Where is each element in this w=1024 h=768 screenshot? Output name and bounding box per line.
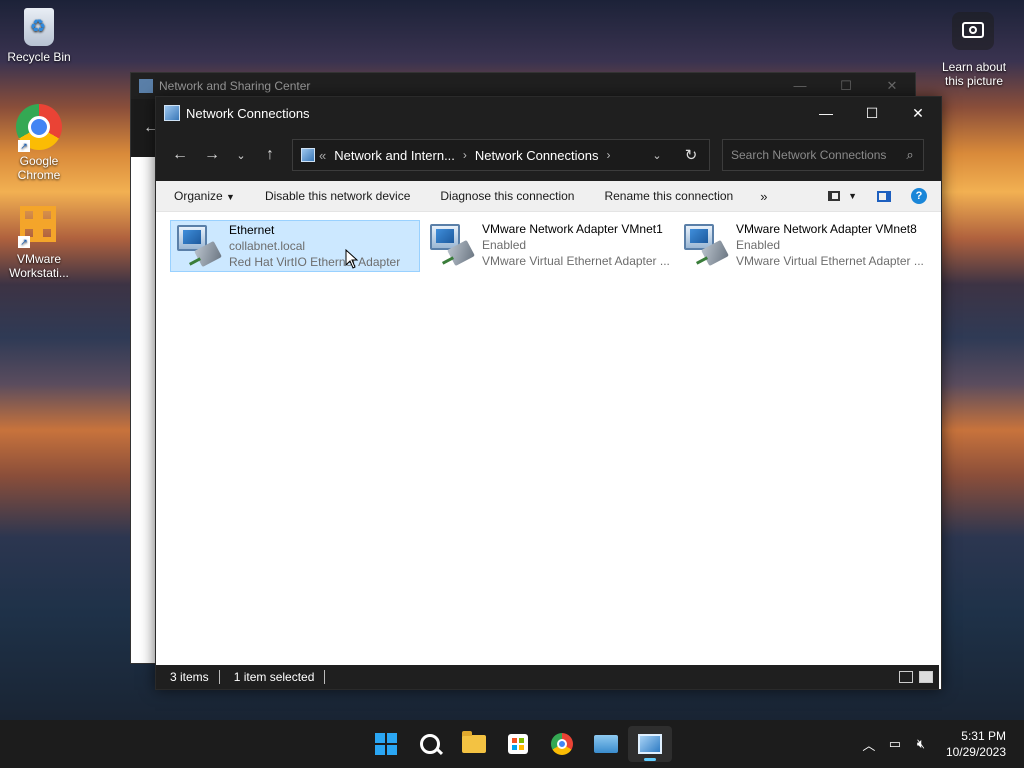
- network-connections-icon: [164, 105, 180, 121]
- large-icons-view-icon[interactable]: [919, 671, 933, 683]
- connection-name: VMware Network Adapter VMnet8: [736, 222, 917, 236]
- desktop-icon-label: Recycle Bin: [7, 50, 71, 64]
- chrome-icon: ↗: [16, 104, 62, 152]
- taskbar: ︿ ▭ 🔇︎ 5:31 PM 10/29/2023: [0, 720, 1024, 768]
- desktop-icon-vmware-workstation[interactable]: ↗ VMware Workstati...: [0, 202, 78, 280]
- shortcut-arrow-icon: ↗: [18, 140, 30, 152]
- mouse-cursor-icon: [345, 248, 359, 272]
- refresh-icon[interactable]: ↻: [672, 146, 709, 164]
- breadcrumb-chevron-icon[interactable]: ›: [606, 148, 610, 162]
- close-icon[interactable]: ✕: [869, 78, 915, 94]
- network-connections-taskbar-button[interactable]: [628, 726, 672, 762]
- connection-item-vmnet1[interactable]: VMware Network Adapter VMnet1 Enabled VM…: [424, 220, 674, 272]
- search-input[interactable]: [723, 147, 897, 163]
- forward-arrow-icon[interactable]: →: [196, 146, 228, 164]
- title-bar: Network Connections — ☐ ✕: [156, 97, 941, 129]
- connections-list: Ethernet collabnet.local Red Hat VirtIO …: [156, 212, 939, 665]
- search-icon[interactable]: ⌕: [897, 147, 923, 163]
- breadcrumb-chevron-icon[interactable]: ›: [463, 148, 467, 162]
- clock[interactable]: 5:31 PM 10/29/2023: [946, 728, 1006, 760]
- address-dropdown-icon[interactable]: ⌄: [642, 149, 672, 162]
- item-count: 3 items: [170, 670, 209, 684]
- clock-time: 5:31 PM: [961, 729, 1006, 743]
- search-icon: [420, 734, 440, 754]
- connection-name: VMware Network Adapter VMnet1: [482, 222, 663, 236]
- network-connections-window[interactable]: Network Connections — ☐ ✕ ← → ⌄ ↑ « Netw…: [155, 96, 942, 690]
- recycle-bin-icon: [24, 8, 54, 46]
- system-tray: ︿ ▭ 🔇︎ 5:31 PM 10/29/2023: [856, 720, 1024, 768]
- taskbar-search-button[interactable]: [408, 726, 452, 762]
- maximize-icon[interactable]: ☐: [823, 78, 869, 94]
- network-adapter-icon: [682, 222, 730, 270]
- start-icon: [375, 733, 397, 755]
- connection-status: Enabled: [736, 238, 781, 252]
- desktop-icon-label: VMware Workstati...: [9, 252, 69, 280]
- more-commands-button[interactable]: »: [748, 189, 779, 204]
- network-adapter-icon: [428, 222, 476, 270]
- navigation-bar: ← → ⌄ ↑ « Network and Intern... › Networ…: [156, 129, 941, 181]
- desktop-icon-recycle-bin[interactable]: Recycle Bin: [0, 8, 78, 64]
- address-bar[interactable]: « Network and Intern... › Network Connec…: [292, 139, 710, 171]
- chrome-icon: [551, 733, 573, 755]
- show-hidden-icons-chevron-icon[interactable]: ︿: [856, 735, 882, 754]
- rename-connection-button[interactable]: Rename this connection: [589, 189, 748, 203]
- selection-count: 1 item selected: [233, 670, 315, 684]
- vmware-icon: ↗: [16, 202, 62, 248]
- back-arrow-icon[interactable]: ←: [164, 146, 196, 164]
- status-divider: [324, 670, 326, 684]
- file-explorer-icon: [462, 731, 486, 753]
- connection-status: collabnet.local: [229, 239, 306, 253]
- connection-name: Ethernet: [229, 223, 275, 237]
- minimize-icon[interactable]: —: [777, 78, 823, 94]
- chrome-button[interactable]: [540, 726, 584, 762]
- keyboard-app-button[interactable]: [584, 726, 628, 762]
- maximize-icon[interactable]: ☐: [849, 97, 895, 129]
- minimize-icon[interactable]: —: [803, 97, 849, 129]
- network-adapter-icon: [175, 223, 223, 271]
- diagnose-connection-button[interactable]: Diagnose this connection: [425, 189, 589, 203]
- clock-date: 10/29/2023: [945, 745, 1006, 759]
- connection-device: VMware Virtual Ethernet Adapter ...: [736, 254, 924, 268]
- connection-status: Enabled: [482, 238, 527, 252]
- organize-button[interactable]: Organize ▼: [156, 189, 250, 203]
- microsoft-store-icon: [508, 734, 528, 754]
- shortcut-arrow-icon: ↗: [18, 236, 30, 248]
- keyboard-app-icon: [594, 735, 618, 753]
- details-view-icon[interactable]: [899, 671, 913, 683]
- learn-about-picture-label[interactable]: Learn about this picture: [934, 60, 1014, 88]
- volume-muted-icon[interactable]: 🔇︎: [908, 736, 934, 752]
- start-button[interactable]: [364, 726, 408, 762]
- status-bar: 3 items 1 item selected: [156, 665, 939, 689]
- microsoft-store-button[interactable]: [496, 726, 540, 762]
- breadcrumb-network-internet[interactable]: Network and Intern...: [334, 148, 455, 163]
- control-panel-icon: [301, 148, 315, 162]
- connection-device: Red Hat VirtIO Ethernet Adapter: [229, 255, 401, 269]
- network-center-icon: [139, 79, 153, 93]
- connection-item-ethernet[interactable]: Ethernet collabnet.local Red Hat VirtIO …: [170, 220, 420, 272]
- breadcrumb-network-connections[interactable]: Network Connections: [475, 148, 599, 163]
- network-connections-icon: [638, 734, 662, 754]
- window-title: Network Connections: [186, 105, 310, 121]
- network-status-icon[interactable]: ▭: [882, 736, 908, 752]
- address-overflow[interactable]: «: [319, 148, 326, 163]
- change-view-icon[interactable]: [828, 191, 841, 201]
- preview-pane-icon[interactable]: [877, 190, 891, 202]
- organize-label: Organize: [174, 189, 223, 203]
- desktop-icon-label: Google Chrome: [17, 154, 61, 182]
- file-explorer-button[interactable]: [452, 726, 496, 762]
- disable-network-device-button[interactable]: Disable this network device: [250, 189, 425, 203]
- help-icon[interactable]: ?: [911, 188, 927, 204]
- recent-locations-chevron-icon[interactable]: ⌄: [228, 149, 254, 162]
- background-window-title: Network and Sharing Center: [159, 79, 311, 93]
- close-icon[interactable]: ✕: [895, 97, 941, 129]
- desktop-icon-google-chrome[interactable]: ↗ Google Chrome: [0, 104, 78, 182]
- connection-device: VMware Virtual Ethernet Adapter ...: [482, 254, 670, 268]
- view-options-chevron-icon[interactable]: ▼: [848, 191, 857, 201]
- up-arrow-icon[interactable]: ↑: [254, 146, 286, 164]
- command-bar: Organize ▼ Disable this network device D…: [156, 181, 941, 212]
- search-box[interactable]: ⌕: [722, 139, 924, 171]
- chevron-down-icon: ▼: [226, 192, 235, 202]
- camera-icon[interactable]: [952, 12, 994, 50]
- connection-item-vmnet8[interactable]: VMware Network Adapter VMnet8 Enabled VM…: [678, 220, 928, 272]
